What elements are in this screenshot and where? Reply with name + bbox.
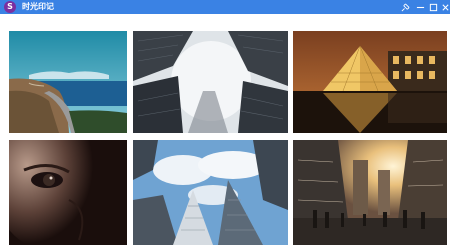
photo-gallery	[0, 14, 450, 248]
photo-louvre-pyramid[interactable]	[293, 31, 447, 133]
photo-city-street[interactable]	[293, 140, 447, 245]
title-bar: S 时光印记	[0, 0, 450, 14]
close-icon	[441, 3, 449, 11]
photo-skyscrapers-sky-image	[133, 140, 288, 245]
minimize-icon	[416, 6, 424, 8]
close-button[interactable]	[438, 0, 450, 14]
photo-coastal-road-image	[9, 31, 127, 133]
app-logo-icon: S	[4, 1, 16, 13]
photo-coastal-road[interactable]	[9, 31, 127, 133]
maximize-icon	[429, 3, 437, 11]
minimize-button[interactable]	[413, 0, 427, 14]
photo-skyscrapers-fog-image	[133, 31, 288, 133]
photo-skyscrapers-sky[interactable]	[133, 140, 288, 245]
window-title: 时光印记	[22, 2, 54, 11]
photo-louvre-pyramid-image	[293, 31, 447, 133]
pin-button[interactable]	[398, 0, 412, 14]
photo-city-street-image	[293, 140, 447, 245]
app-logo-letter: S	[7, 2, 13, 11]
photo-skyscrapers-fog[interactable]	[133, 31, 288, 133]
photo-face-eye-image	[9, 140, 127, 245]
pin-icon	[401, 3, 409, 11]
photo-face-eye[interactable]	[9, 140, 127, 245]
